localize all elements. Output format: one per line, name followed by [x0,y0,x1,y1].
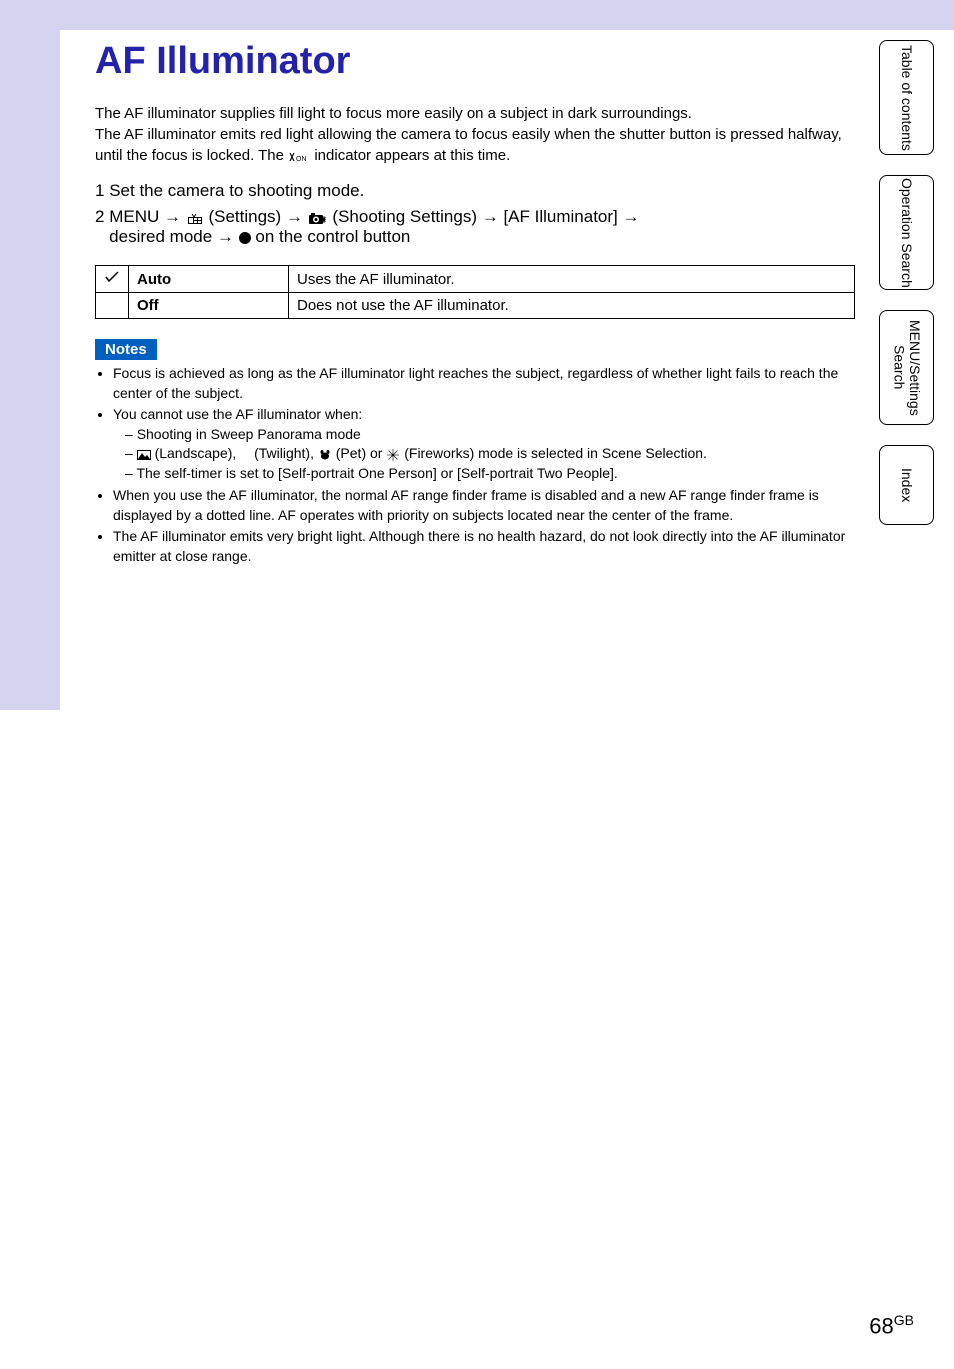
page-title: AF Illuminator [95,40,855,83]
note-item: The AF illuminator emits very bright lig… [113,527,855,566]
tab-label: Table of contents [899,45,914,151]
table-row: Auto Uses the AF illuminator. [96,266,855,293]
tab-label: Operation Search [899,178,914,288]
tab-label: MENU/Settings Search [891,311,922,424]
sub-item: The self-timer is set to [Self-portrait … [125,464,855,484]
pet-icon [318,446,332,462]
eon-icon: ON [288,147,310,163]
note-item: Focus is achieved as long as the AF illu… [113,364,855,403]
description-text: The AF illuminator supplies fill light t… [95,103,855,166]
note-item: When you use the AF illuminator, the nor… [113,486,855,525]
label-cell: Off [129,293,289,319]
step2-af: [AF Illuminator] [503,207,622,226]
arrow-icon: → [482,207,499,227]
step-1-num: 1 [95,181,104,201]
step2-shooting: (Shooting Settings) [332,207,481,226]
tab-operation-search[interactable]: Operation Search [879,175,934,290]
camera-settings-icon [308,209,328,225]
step2-control: on the control button [255,227,410,246]
sub-landscape: (Landscape), [151,445,241,461]
svg-text:ON: ON [296,156,307,163]
label-cell: Auto [129,266,289,293]
landscape-icon [137,446,151,462]
arrow-icon: → [164,207,181,227]
step-1: 1 Set the camera to shooting mode. [95,181,855,201]
page-number: 68GB [869,1312,914,1339]
desc-line2-end: indicator appears at this time. [310,147,510,164]
step2-settings: (Settings) [208,207,285,226]
check-cell [96,266,129,293]
dot-icon [239,232,251,244]
step2-menu: MENU [109,207,164,226]
page-header-bar [0,0,954,30]
note-2-text: You cannot use the AF illuminator when: [113,406,362,422]
desc-cell: Does not use the AF illuminator. [289,293,855,319]
table-row: Off Does not use the AF illuminator. [96,293,855,319]
tab-index[interactable]: Index [879,445,934,525]
arrow-icon: → [623,207,640,227]
sub-pet: (Pet) or [332,445,386,461]
notes-list: Focus is achieved as long as the AF illu… [95,364,855,566]
sub-item: Shooting in Sweep Panorama mode [125,425,855,445]
note-item: You cannot use the AF illuminator when: … [113,405,855,484]
fireworks-icon [386,446,400,462]
page-num-value: 68 [869,1313,893,1338]
sub-twilight: (Twilight), [250,445,318,461]
desc-line1: The AF illuminator supplies fill light t… [95,105,692,122]
twilight-icon [240,446,250,462]
sub-fireworks: (Fireworks) mode is selected in Scene Se… [400,445,707,461]
page-gb: GB [894,1312,914,1328]
page-sidebar-bar [0,30,60,710]
tab-label: Index [899,468,914,502]
settings-icon [186,209,204,225]
step2-desired: desired mode [109,227,217,246]
step-2-num: 2 [95,207,104,227]
step-2: 2 MENU → (Settings) → (Shooting Settings… [95,207,855,247]
notes-header: Notes [95,339,157,360]
settings-table: Auto Uses the AF illuminator. Off Does n… [95,265,855,319]
side-tabs: Table of contents Operation Search MENU/… [879,40,934,545]
main-content: AF Illuminator The AF illuminator suppli… [95,30,855,568]
tab-menu-settings-search[interactable]: MENU/Settings Search [879,310,934,425]
arrow-icon: → [217,227,234,247]
tab-contents[interactable]: Table of contents [879,40,934,155]
note-sublist: Shooting in Sweep Panorama mode (Landsca… [113,425,855,484]
check-cell [96,293,129,319]
desc-cell: Uses the AF illuminator. [289,266,855,293]
arrow-icon: → [286,207,303,227]
sub-item: (Landscape), (Twilight), (Pet) or (Firew… [125,444,855,464]
step-1-text: Set the camera to shooting mode. [109,181,364,200]
